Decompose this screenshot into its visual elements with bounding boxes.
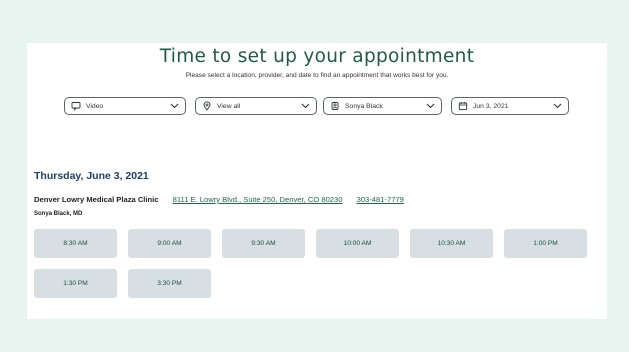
page-title: Time to set up your appointment [159,46,475,67]
location-value: View all [217,102,241,110]
provider-value: Sonya Black [345,102,383,110]
chevron-down-icon [553,103,562,109]
time-slot-button[interactable]: 9:30 AM [222,229,305,258]
time-slot-button[interactable]: 10:30 AM [410,229,493,258]
chevron-down-icon [170,103,179,109]
schedule-date-heading: Thursday, June 3, 2021 [34,170,149,182]
chevron-down-icon [301,103,310,109]
location-select[interactable]: View all [195,97,317,115]
clinic-name: Denver Lowry Medical Plaza Clinic [34,195,159,204]
provider-badge-icon [330,101,340,111]
visit-type-select[interactable]: Video [64,97,186,115]
visit-type-value: Video [86,102,104,110]
time-slot-button[interactable]: 1:00 PM [504,229,587,258]
chevron-down-icon [426,103,435,109]
time-slot-button[interactable]: 9:00 AM [128,229,211,258]
date-value: Jun 3, 2021 [473,102,509,110]
page-subtitle: Please select a location, provider, and … [185,72,449,79]
time-slot-button[interactable]: 8:30 AM [34,229,117,258]
time-slot-button[interactable]: 3:30 PM [128,269,211,298]
clinic-phone-link[interactable]: 303-481-7779 [357,195,404,204]
calendar-icon [458,101,468,111]
provider-select[interactable]: Sonya Black [323,97,442,115]
time-slot-button[interactable]: 1:30 PM [34,269,117,298]
time-slot-button[interactable]: 10:00 AM [316,229,399,258]
date-select[interactable]: Jun 3, 2021 [451,97,569,115]
provider-name: Sonya Black, MD [34,211,83,217]
clinic-info-row: Denver Lowry Medical Plaza Clinic 8111 E… [34,195,416,204]
video-chat-icon [71,101,81,111]
location-pin-icon [202,101,212,111]
appointment-card: Time to set up your appointment Please s… [27,43,607,319]
clinic-address-link[interactable]: 8111 E. Lowry Blvd., Suite 250, Denver, … [173,195,343,204]
